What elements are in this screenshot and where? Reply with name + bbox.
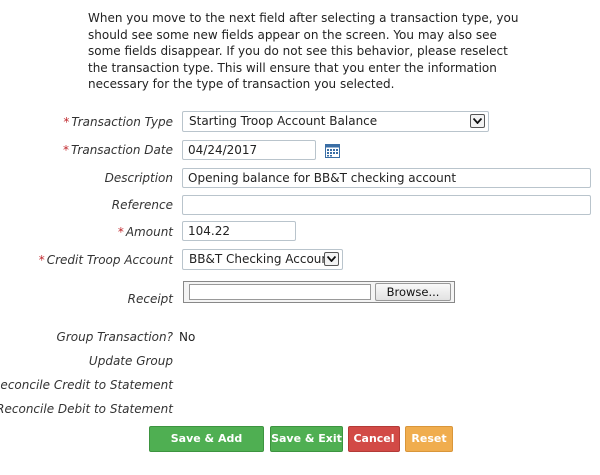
save-exit-button[interactable]: Save & Exit (270, 426, 343, 452)
transaction-type-select[interactable]: Starting Troop Account Balance (182, 111, 489, 132)
receipt-file-path[interactable] (189, 284, 371, 300)
reconcile-credit-label: Reconcile Credit to Statement (0, 378, 173, 392)
save-add-another-button[interactable]: Save & Add Another (149, 426, 264, 469)
amount-input[interactable]: 104.22 (182, 221, 296, 241)
reference-label: Reference (111, 198, 173, 212)
required-mark: * (38, 253, 45, 267)
reconcile-debit-label: Reconcile Debit to Statement (0, 402, 173, 416)
credit-account-label: * Credit Troop Account (38, 253, 173, 267)
required-mark: * (117, 225, 124, 239)
calendar-icon[interactable] (325, 144, 340, 158)
description-input[interactable]: Opening balance for BB&T checking accoun… (182, 168, 591, 188)
reset-button[interactable]: Reset (405, 426, 453, 452)
update-group-label: Update Group (88, 354, 173, 368)
receipt-file-input[interactable]: Browse... (183, 281, 455, 303)
required-mark: * (63, 143, 70, 157)
cancel-button[interactable]: Cancel (348, 426, 400, 452)
credit-account-select[interactable]: BB&T Checking Account (182, 249, 343, 270)
required-mark: * (63, 115, 70, 129)
transaction-type-label: * Transaction Type (63, 115, 173, 129)
description-label: Description (104, 171, 173, 185)
receipt-label: Receipt (127, 292, 173, 306)
transaction-type-value: Starting Troop Account Balance (189, 114, 378, 128)
group-transaction-value: No (179, 330, 196, 344)
transaction-date-label: * Transaction Date (63, 143, 173, 157)
transaction-date-input[interactable]: 04/24/2017 (182, 140, 316, 160)
chevron-down-icon (324, 252, 339, 266)
amount-label: * Amount (117, 225, 173, 239)
browse-button[interactable]: Browse... (375, 283, 451, 301)
instructions-text: When you move to the next field after se… (88, 11, 519, 91)
group-transaction-label: Group Transaction? (56, 330, 173, 344)
chevron-down-icon (470, 114, 485, 128)
reference-input[interactable] (182, 195, 591, 215)
credit-account-value: BB&T Checking Account (189, 252, 334, 266)
